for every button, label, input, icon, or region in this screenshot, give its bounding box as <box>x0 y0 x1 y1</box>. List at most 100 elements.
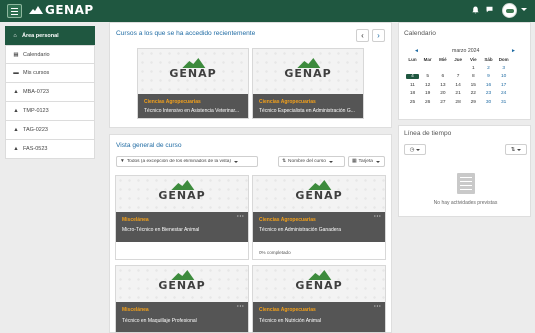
drawer-item-calendario[interactable]: ▦ Calendario <box>5 45 95 64</box>
course-category: Ciencias Agropecuarias <box>259 217 316 223</box>
course-card[interactable]: GENAP Miscelánea ··· Técnico en Maquilla… <box>115 265 249 333</box>
more-actions-button[interactable]: ··· <box>374 214 382 220</box>
drawer-item-area-personal[interactable]: ⌂ Área personal <box>5 26 95 45</box>
course-card[interactable]: GENAP Ciencias Agropecuarias ··· Técnico… <box>252 265 386 333</box>
carousel-next-button[interactable]: › <box>372 29 385 42</box>
calendar-day[interactable]: 11 <box>406 83 419 88</box>
chevron-down-icon <box>234 160 239 163</box>
calendar-next-month-button[interactable]: ► <box>511 48 516 54</box>
calendar-day[interactable]: 8 <box>467 74 480 79</box>
calendar-day[interactable]: 21 <box>452 91 465 96</box>
calendar-day[interactable]: 3 <box>497 66 510 71</box>
calendar-day[interactable]: 19 <box>421 91 434 96</box>
chevron-left-icon: ‹ <box>361 31 364 40</box>
drawer-item-course-mba[interactable]: ▲ MBA-0723 <box>5 83 95 102</box>
calendar-day[interactable]: 22 <box>467 91 480 96</box>
menu-toggle-button[interactable] <box>7 4 22 18</box>
drawer-item-course-tmp[interactable]: ▲ TMP-0123 <box>5 102 95 121</box>
clock-icon: ◷ <box>409 146 415 153</box>
logo-word: GENAP <box>284 67 332 80</box>
graduation-cap-icon: ▲ <box>13 127 19 133</box>
logo-word: GENAP <box>295 279 343 292</box>
course-card[interactable]: GENAP Miscelánea ··· Micro-Técnico en Bi… <box>115 175 249 260</box>
calendar-day[interactable]: 17 <box>497 83 510 88</box>
calendar-day[interactable]: 6 <box>436 74 449 79</box>
calendar-title: Calendario <box>404 30 436 37</box>
calendar-day[interactable]: 29 <box>467 100 480 105</box>
course-name[interactable]: Micro-Técnico en Bienestar Animal <box>122 227 242 233</box>
calendar-day[interactable]: 16 <box>482 83 495 88</box>
folder-icon: ▬ <box>13 70 19 76</box>
course-overview-title: Vista general de curso <box>116 142 182 149</box>
grouping-filter-dropdown[interactable]: ▼ Todos (a excepción de los eliminados d… <box>116 156 258 167</box>
timeline-sort-dropdown[interactable]: ⇅ <box>505 144 527 155</box>
calendar-day[interactable]: 24 <box>497 91 510 96</box>
drawer-item-label: TMP-0123 <box>23 108 49 114</box>
sort-dropdown[interactable]: ⇅ Nombre del curso <box>278 156 345 167</box>
user-menu-caret-icon[interactable] <box>521 8 527 11</box>
calendar-day[interactable]: 23 <box>482 91 495 96</box>
calendar-day[interactable]: 25 <box>406 100 419 105</box>
site-logo[interactable]: GENAP <box>29 3 94 17</box>
course-category: Ciencias Agropecuarias <box>259 99 316 105</box>
calendar-day[interactable]: 26 <box>421 100 434 105</box>
course-name[interactable]: Técnico Especialista en Administración G… <box>259 108 361 114</box>
course-info: Ciencias Agropecuarias ··· Técnico en Ad… <box>253 212 385 242</box>
calendar-day[interactable]: 4 <box>406 74 419 80</box>
calendar-day[interactable]: 10 <box>497 74 510 79</box>
calendar-day[interactable]: 2 <box>482 66 495 71</box>
recent-course-card[interactable]: GENAP Ciencias Agropecuarias Técnico Int… <box>137 48 249 119</box>
calendar-day[interactable]: 27 <box>436 100 449 105</box>
calendar-day[interactable]: 1 <box>467 66 480 71</box>
course-info: Ciencias Agropecuarias Técnico Especiali… <box>253 94 363 118</box>
filter-icon: ▼ <box>120 159 125 164</box>
calendar-day[interactable]: 28 <box>452 100 465 105</box>
timeline-filter-dropdown[interactable]: ◷ <box>404 144 426 155</box>
chat-icon[interactable] <box>486 6 493 16</box>
more-actions-button[interactable]: ··· <box>237 214 245 220</box>
calendar-day[interactable]: 12 <box>421 83 434 88</box>
logo-word: GENAP <box>295 189 343 202</box>
course-image: GENAP <box>253 49 363 94</box>
course-name[interactable]: Técnico en Maquillaje Profesional <box>122 318 242 324</box>
course-name[interactable]: Técnico en Administración Ganadera <box>259 227 379 233</box>
chevron-down-icon <box>328 160 333 163</box>
calendar-prev-month-button[interactable]: ◄ <box>414 48 419 54</box>
calendar-day[interactable]: 13 <box>436 83 449 88</box>
course-category: Ciencias Agropecuarias <box>259 307 316 313</box>
course-progress-text: 0% completado <box>259 250 291 255</box>
recent-course-card[interactable]: GENAP Ciencias Agropecuarias Técnico Esp… <box>252 48 364 119</box>
calendar-day[interactable]: 14 <box>452 83 465 88</box>
drawer-item-label: Área personal <box>22 32 59 39</box>
course-info: Ciencias Agropecuarias ··· Técnico en Nu… <box>253 302 385 332</box>
more-actions-button[interactable]: ··· <box>374 304 382 310</box>
course-name[interactable]: Técnico Intensivo en Asistencia Veterina… <box>144 108 246 114</box>
course-name[interactable]: Técnico en Nutrición Animal <box>259 318 379 324</box>
calendar-day[interactable]: 30 <box>482 100 495 105</box>
calendar-day[interactable]: 5 <box>421 74 434 79</box>
calendar-day[interactable]: 18 <box>406 91 419 96</box>
home-icon: ⌂ <box>13 32 17 39</box>
sort-label: Nombre del curso <box>288 159 326 164</box>
carousel-prev-button[interactable]: ‹ <box>356 29 369 42</box>
calendar-day[interactable]: 9 <box>482 74 495 79</box>
drawer-item-label: TAG-0223 <box>23 127 48 133</box>
view-mode-dropdown[interactable]: ▦ Tarjeta <box>348 156 385 167</box>
chevron-right-icon: › <box>377 31 380 40</box>
calendar-day[interactable]: 20 <box>436 91 449 96</box>
calendar-weekday-header: Mar <box>423 57 432 62</box>
course-image: GENAP <box>138 49 248 94</box>
genap-logo: GENAP <box>169 58 216 79</box>
calendar-day[interactable]: 7 <box>452 74 465 79</box>
calendar-day[interactable]: 31 <box>497 100 510 105</box>
course-image: GENAP <box>253 176 385 212</box>
calendar-weekday-header: Jue <box>454 57 462 62</box>
bell-icon[interactable] <box>472 6 479 17</box>
drawer-item-course-fas[interactable]: ▲ FAS-0523 <box>5 140 95 159</box>
more-actions-button[interactable]: ··· <box>237 304 245 310</box>
drawer-item-course-tag[interactable]: ▲ TAG-0223 <box>5 121 95 140</box>
user-avatar[interactable] <box>502 3 517 18</box>
calendar-day[interactable]: 15 <box>467 83 480 88</box>
course-card[interactable]: GENAP Ciencias Agropecuarias ··· Técnico… <box>252 175 386 260</box>
drawer-item-mis-cursos[interactable]: ▬ Mis cursos <box>5 64 95 83</box>
